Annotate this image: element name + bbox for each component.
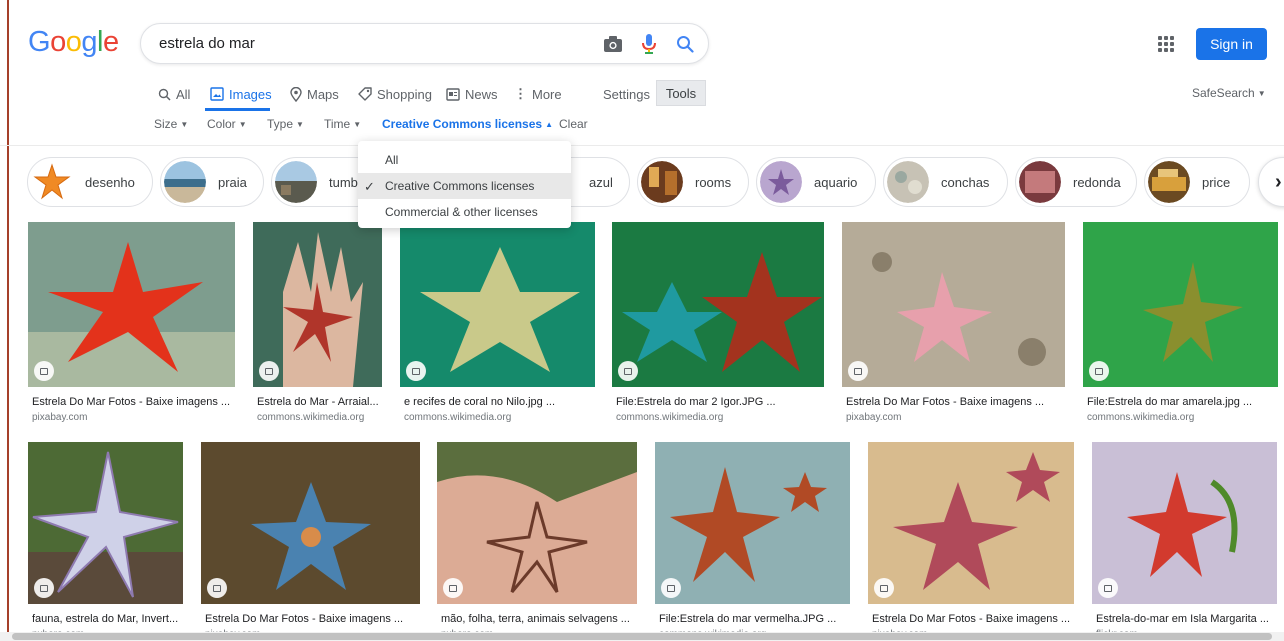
chip-thumbnail	[31, 161, 73, 203]
image-badge-icon	[443, 578, 463, 598]
dropdown-option-all[interactable]: All	[358, 147, 571, 173]
tag-icon	[358, 87, 372, 101]
result-thumbnail[interactable]	[437, 442, 637, 604]
filter-usage-rights[interactable]: Creative Commons licenses ▲	[382, 117, 553, 131]
caret-down-icon: ▼	[1257, 89, 1266, 98]
search-icon	[158, 88, 171, 101]
result-thumbnail[interactable]	[868, 442, 1074, 604]
chip-thumbnail	[1019, 161, 1061, 203]
dropdown-option-creative-commons[interactable]: ✓ Creative Commons licenses	[358, 173, 571, 199]
result-thumbnail[interactable]	[655, 442, 850, 604]
result-thumbnail[interactable]	[28, 222, 235, 387]
image-badge-icon	[406, 361, 426, 381]
filter-type[interactable]: Type ▼	[267, 117, 304, 131]
chip-price[interactable]: price	[1144, 157, 1250, 207]
image-badge-icon	[1098, 578, 1118, 598]
microphone-icon[interactable]	[638, 33, 660, 55]
caret-down-icon: ▼	[353, 120, 362, 129]
chip-praia[interactable]: praia	[160, 157, 264, 207]
image-badge-icon	[848, 361, 868, 381]
apps-grid-icon[interactable]	[1158, 36, 1174, 52]
filter-clear[interactable]: Clear	[559, 117, 588, 131]
image-icon	[210, 87, 224, 101]
camera-icon[interactable]	[602, 33, 624, 55]
map-pin-icon	[290, 86, 302, 102]
safesearch-menu[interactable]: SafeSearch ▼	[1192, 86, 1266, 100]
result-thumbnail[interactable]	[253, 222, 382, 387]
tab-images[interactable]: Images	[210, 82, 272, 106]
image-badge-icon	[874, 578, 894, 598]
sign-in-button[interactable]: Sign in	[1196, 28, 1267, 60]
horizontal-scrollbar[interactable]	[0, 632, 1284, 641]
settings-link[interactable]: Settings	[603, 82, 650, 106]
filter-time[interactable]: Time ▼	[324, 117, 361, 131]
tab-more[interactable]: ⋮ More	[514, 82, 562, 106]
image-badge-icon	[34, 361, 54, 381]
search-icon[interactable]	[674, 33, 696, 55]
image-badge-icon	[34, 578, 54, 598]
chip-thumbnail	[641, 161, 683, 203]
chip-conchas[interactable]: conchas	[883, 157, 1008, 207]
filter-color[interactable]: Color ▼	[207, 117, 247, 131]
chip-thumbnail	[760, 161, 802, 203]
image-badge-icon	[661, 578, 681, 598]
chip-thumbnail	[1148, 161, 1190, 203]
chip-desenho[interactable]: desenho	[27, 157, 153, 207]
result-thumbnail[interactable]	[28, 442, 183, 604]
chip-rooms[interactable]: rooms	[637, 157, 749, 207]
chip-thumbnail	[275, 161, 317, 203]
tab-maps[interactable]: Maps	[290, 82, 339, 106]
tools-button[interactable]: Tools	[656, 80, 706, 106]
caret-down-icon: ▼	[296, 120, 304, 129]
image-badge-icon	[259, 361, 279, 381]
chevron-right-icon: ›	[1275, 171, 1282, 193]
result-thumbnail[interactable]	[400, 222, 595, 387]
more-vert-icon: ⋮	[514, 86, 527, 101]
news-icon	[446, 87, 460, 101]
chip-thumbnail	[164, 161, 206, 203]
caret-down-icon: ▼	[238, 120, 247, 129]
search-tabs: All Images Maps Shopping News ⋮ More Set…	[0, 82, 1284, 106]
result-thumbnail[interactable]	[842, 222, 1065, 387]
caret-up-icon: ▲	[545, 120, 553, 129]
chip-aquario[interactable]: aquario	[756, 157, 876, 207]
chip-thumbnail	[887, 161, 929, 203]
filter-size[interactable]: Size ▼	[154, 117, 188, 131]
active-tab-indicator	[205, 108, 270, 111]
result-thumbnail[interactable]	[1092, 442, 1277, 604]
tab-news[interactable]: News	[446, 82, 498, 106]
dropdown-option-commercial[interactable]: Commercial & other licenses	[358, 199, 571, 225]
result-thumbnail[interactable]	[201, 442, 420, 604]
tab-shopping[interactable]: Shopping	[358, 82, 432, 106]
google-logo[interactable]: Google	[28, 26, 119, 59]
check-icon: ✓	[364, 179, 375, 194]
image-badge-icon	[1089, 361, 1109, 381]
result-thumbnail[interactable]	[1083, 222, 1278, 387]
image-badge-icon	[618, 361, 638, 381]
header-divider	[0, 145, 1284, 146]
search-input[interactable]: estrela do mar	[159, 35, 255, 52]
usage-rights-dropdown: All ✓ Creative Commons licenses Commercia…	[358, 141, 571, 228]
next-chips-button[interactable]: ›	[1258, 157, 1284, 207]
search-box[interactable]: estrela do mar	[140, 23, 709, 64]
caret-down-icon: ▼	[180, 120, 189, 129]
chip-redonda[interactable]: redonda	[1015, 157, 1137, 207]
image-badge-icon	[207, 578, 227, 598]
tab-all[interactable]: All	[158, 82, 190, 106]
result-thumbnail[interactable]	[612, 222, 824, 387]
scrollbar-thumb[interactable]	[12, 633, 1272, 640]
